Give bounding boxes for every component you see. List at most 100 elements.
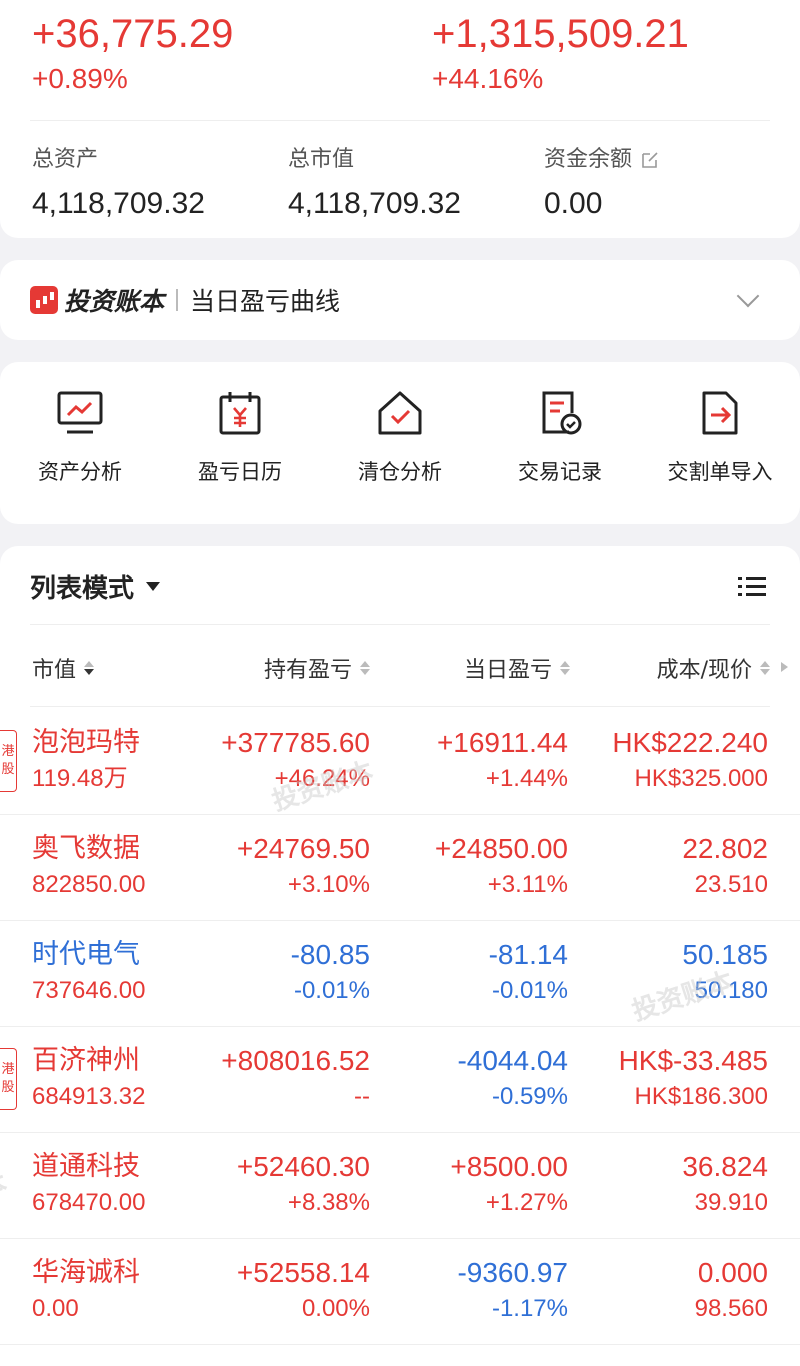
cost-value: 50.185 [682, 939, 768, 970]
stock-name: 道通科技 [32, 1151, 140, 1182]
day-pnl-percent: +3.11% [487, 871, 568, 898]
current-price: HK$186.300 [634, 1083, 768, 1110]
stock-name: 奥飞数据 [32, 833, 140, 864]
tool-label: 资产分析 [38, 460, 122, 484]
sort-icon [760, 661, 770, 675]
list-mode-dropdown[interactable]: 列表模式 [30, 568, 161, 605]
current-price: 50.180 [694, 977, 768, 1004]
tools-card: 资产分析 盈亏日历 清仓分析 交易记录 交割单导入 [0, 362, 800, 524]
table-row[interactable]: 港股 泡泡玛特 119.48万 +377785.60 +46.24% +16911.44 +… [0, 708, 800, 815]
day-pnl-cell: +8500.00 +1.27% [450, 1150, 568, 1218]
hold-pnl-percent: 0.00% [301, 1295, 370, 1322]
brand-name: 投资账本 [64, 287, 165, 316]
list-menu-icon[interactable] [738, 576, 766, 598]
cost-price-cell: HK$-33.485 HK$186.300 [619, 1044, 768, 1112]
pnl-curve-bar[interactable]: 投资账本 当日盈亏曲线 [0, 260, 800, 340]
day-pnl-cell: +16911.44 +1.44% [437, 726, 568, 794]
current-price: 39.910 [694, 1189, 768, 1216]
cash-label-row[interactable]: 资金余额 [544, 146, 660, 174]
stock-market-value: 678470.00 [32, 1189, 146, 1216]
header-hold-pnl[interactable]: 持有盈亏 [264, 652, 370, 684]
badge-text: 港股 [1, 1062, 15, 1095]
stock-market-value: 737646.00 [32, 977, 146, 1004]
badge-text: 港股 [1, 744, 15, 777]
hold-pnl-percent: -0.01% [293, 977, 370, 1004]
day-pnl-percent: -0.01% [491, 977, 568, 1004]
stock-name: 泡泡玛特 [32, 727, 140, 758]
summary-divider [30, 120, 770, 121]
tool-clear-analysis[interactable]: 清仓分析 [320, 388, 480, 486]
tool-asset-analysis[interactable]: 资产分析 [0, 388, 160, 486]
header-cost-price[interactable]: 成本/现价 [657, 652, 770, 684]
day-pnl-percent: -0.59% [491, 1083, 568, 1110]
table-row[interactable]: 港股 百济神州 684913.32 +808016.52 -- -4044.04 -0.59… [0, 1026, 800, 1133]
daily-pnl-value: +36,775.29 [32, 12, 234, 56]
sort-icon [360, 661, 370, 675]
chevron-down-icon[interactable] [736, 284, 760, 308]
header-day-pnl[interactable]: 当日盈亏 [464, 652, 570, 684]
day-pnl-cell: -9360.97 -1.17% [457, 1256, 568, 1324]
cost-value: 22.802 [682, 833, 768, 864]
table-row[interactable]: 奥飞数据 822850.00 +24769.50 +3.10% +24850.00 +3.… [0, 814, 800, 921]
tool-label: 交易记录 [518, 460, 602, 484]
market-value-label: 总市值 [288, 147, 355, 172]
day-pnl-cell: +24850.00 +3.11% [435, 832, 568, 900]
hold-pnl: +808016.52 [221, 1045, 370, 1076]
hold-pnl-value: +1,315,509.21 [432, 12, 689, 56]
daily-pnl-block: +36,775.29 +0.89% [32, 12, 233, 96]
cost-value: 36.824 [682, 1151, 768, 1182]
edit-icon[interactable] [640, 150, 660, 170]
hold-pnl-block: +1,315,509.21 +44.16% [432, 12, 689, 96]
stock-name-cell: 道通科技 678470.00 [32, 1150, 145, 1218]
cash-stat[interactable]: 资金余额 0.00 [544, 146, 660, 222]
holdings-card: 列表模式 市值 持有盈亏 当日盈亏 成本/现价 港股 泡泡玛特 119.48万 +37… [0, 546, 800, 1366]
calendar-yen-icon [219, 392, 261, 435]
current-price: HK$325.000 [634, 765, 768, 792]
stock-name-cell: 时代电气 737646.00 [32, 938, 145, 1006]
cost-price-cell: 22.802 23.510 [682, 832, 768, 900]
hold-pnl: -80.85 [290, 939, 370, 970]
header-label: 市值 [32, 658, 77, 683]
hold-pnl-cell: +52460.30 +8.38% [237, 1150, 370, 1218]
total-assets-stat: 总资产 4,118,709.32 [32, 146, 205, 222]
header-market-value[interactable]: 市值 [32, 652, 95, 684]
current-price: 98.560 [694, 1295, 768, 1322]
market-value-stat: 总市值 4,118,709.32 [288, 146, 461, 222]
hold-pnl: +377785.60 [221, 727, 370, 758]
stock-name: 时代电气 [32, 939, 140, 970]
day-pnl-cell: -4044.04 -0.59% [457, 1044, 568, 1112]
hold-pnl-cell: +24769.50 +3.10% [237, 832, 370, 900]
sort-icon [84, 661, 95, 675]
hold-pnl-cell: +52558.14 0.00% [237, 1256, 370, 1324]
table-row[interactable]: 道通科技 678470.00 +52460.30 +8.38% +8500.00 +1.2… [0, 1132, 800, 1239]
stock-name: 华海诚科 [32, 1257, 140, 1288]
tool-label: 清仓分析 [358, 460, 442, 484]
hold-pnl-percent: +8.38% [287, 1189, 370, 1216]
cost-value: HK$222.240 [612, 727, 768, 758]
tool-statement-import[interactable]: 交割单导入 [640, 388, 800, 486]
table-row[interactable]: 时代电气 737646.00 -80.85 -0.01% -81.14 -0.01% 50.… [0, 920, 800, 1027]
chart-monitor-icon [57, 391, 103, 434]
current-price: 23.510 [694, 871, 768, 898]
tool-trade-records[interactable]: 交易记录 [480, 388, 640, 486]
table-row[interactable]: 华海诚科 0.00 +52558.14 0.00% -9360.97 -1.17% 0.00… [0, 1238, 800, 1345]
day-pnl-percent: +1.44% [485, 765, 568, 792]
total-assets-value: 4,118,709.32 [32, 187, 205, 220]
caret-down-icon [146, 582, 161, 591]
hold-pnl-percent: -- [354, 1083, 370, 1110]
tool-label: 盈亏日历 [198, 460, 282, 484]
cost-price-cell: 36.824 39.910 [682, 1150, 768, 1218]
hold-pnl-percent: +44.16% [432, 63, 544, 94]
cash-value: 0.00 [544, 187, 603, 220]
header-divider [30, 706, 770, 707]
hold-pnl-cell: +808016.52 -- [221, 1044, 370, 1112]
scroll-right-icon[interactable] [781, 662, 788, 672]
hk-market-badge: 港股 [0, 730, 17, 792]
total-assets-label: 总资产 [32, 147, 99, 172]
cash-label: 资金余额 [544, 147, 633, 172]
list-mode-label: 列表模式 [30, 574, 135, 604]
tool-pnl-calendar[interactable]: 盈亏日历 [160, 388, 320, 486]
day-pnl-cell: -81.14 -0.01% [489, 938, 568, 1006]
list-divider [30, 624, 770, 625]
stock-name-cell: 百济神州 684913.32 [32, 1044, 145, 1112]
